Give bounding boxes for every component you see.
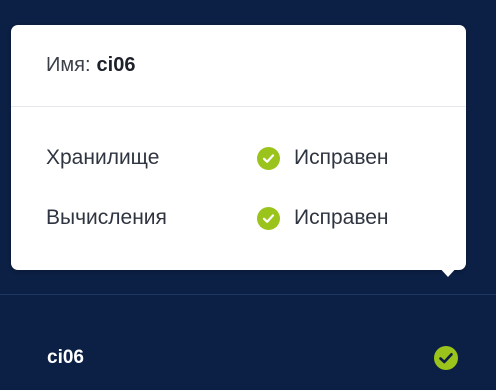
storage-status: Исправен (294, 146, 389, 169)
name-value: ci06 (96, 54, 136, 76)
compute-status-row: Вычисления Исправен (46, 206, 389, 230)
tooltip-arrow (437, 265, 459, 277)
node-list-item[interactable]: ci06 (0, 295, 496, 390)
storage-label: Хранилище (46, 146, 160, 169)
compute-status: Исправен (294, 206, 389, 229)
tooltip-header: Имя: ci06 (11, 25, 466, 107)
storage-status-row: Хранилище Исправен (46, 146, 389, 170)
node-name: ci06 (47, 347, 84, 368)
node-tooltip: Имя: ci06 Хранилище Исправен Вычисления … (11, 25, 466, 270)
name-label: Имя: (46, 54, 91, 76)
check-circle-icon (433, 345, 459, 371)
compute-label: Вычисления (46, 206, 167, 229)
check-circle-icon (257, 146, 280, 170)
check-circle-icon (257, 206, 280, 230)
